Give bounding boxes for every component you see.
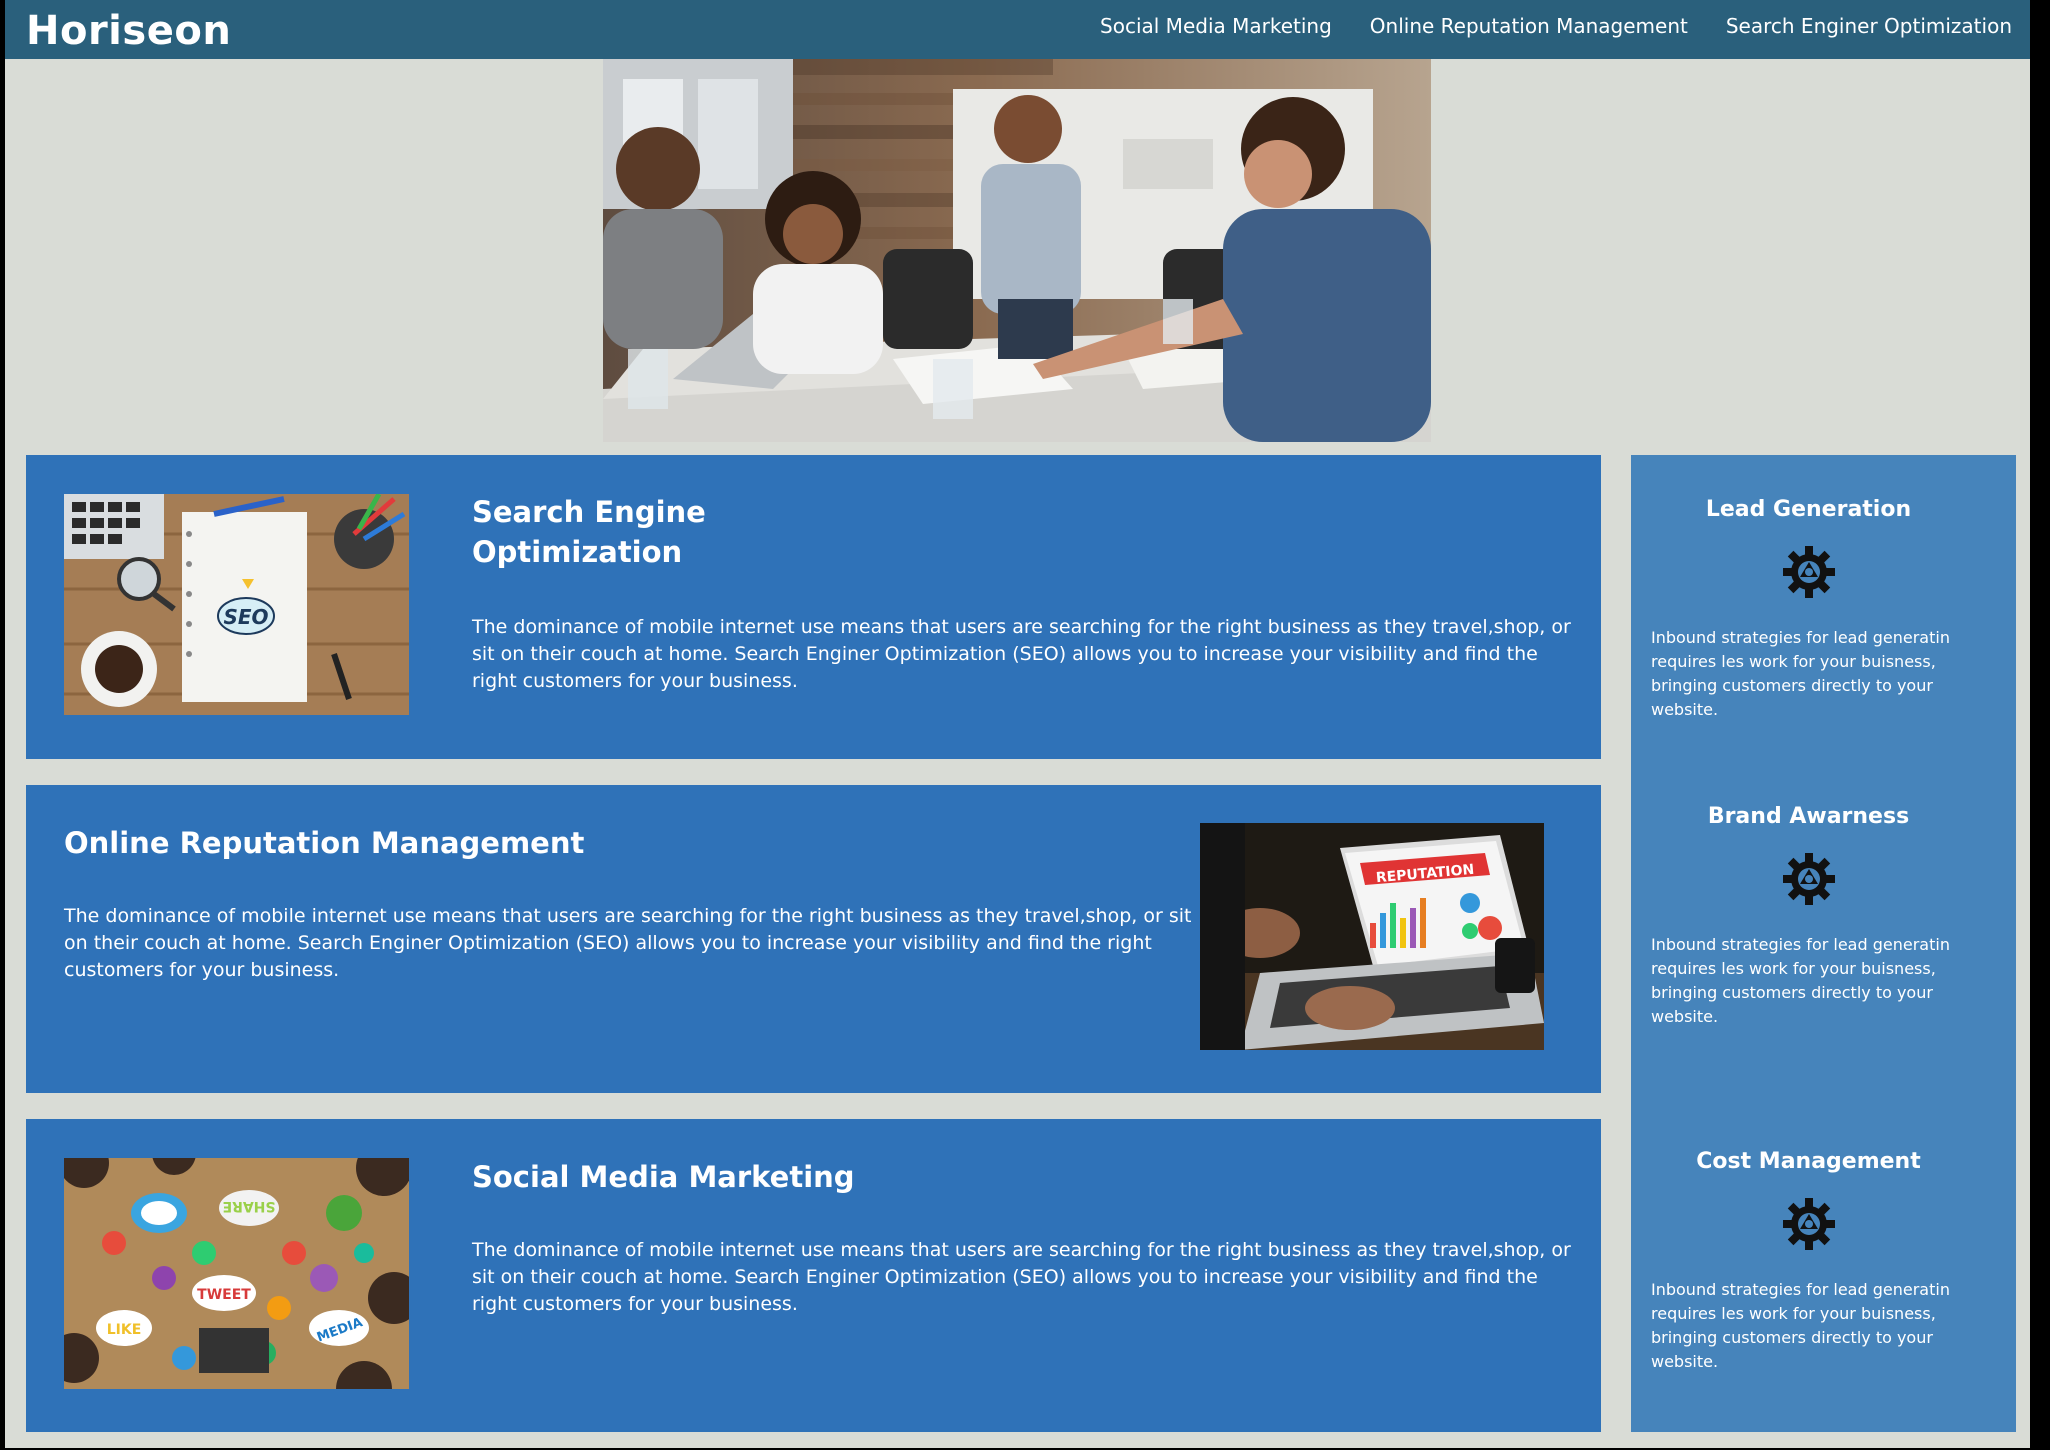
seo-image: SEO [64,494,409,715]
benefit-description: Inbound strategies for lead generatin re… [1651,1280,1950,1371]
page: Horiseon Social Media Marketing Online R… [5,0,2030,1448]
benefit-cost-management: Cost Management Inbound strategies for l… [1631,1149,2016,1374]
like-bubble-text: LIKE [107,1322,142,1338]
hero-image [603,59,1431,442]
benefit-title: Brand Awarness [1707,804,1910,829]
gear-icon [1782,853,1835,905]
benefit-lead-generation: Lead Generation Inbound strategies for l… [1631,497,2016,722]
nav-link-seo[interactable]: Search Enginer Optimization [1726,14,2012,38]
social-media-description: The dominance of mobile internet use mea… [472,1239,1571,1315]
benefit-title: Lead Generation [1705,497,1912,522]
gear-icon [1782,1198,1835,1250]
social-media-section: SHARE TWEET LIKE MEDIA Social Media Mark… [26,1119,1601,1432]
seo-title-line-2: Optimization [472,535,683,569]
social-media-title: Social Media Marketing [472,1160,855,1194]
seo-title: Search Engine Optimization [472,492,706,572]
logo[interactable]: Horiseon [26,8,231,54]
benefit-title: Cost Management [1696,1149,1921,1174]
reputation-section: Online Reputation Management The dominan… [26,785,1601,1093]
seo-title-line-1: Search Engine [472,495,706,529]
seo-section: SEO Search Engine Optimization The domin… [26,455,1601,759]
seo-image-text: SEO [223,605,268,629]
reputation-image: REPUTATION [1200,823,1544,1050]
reputation-title: Online Reputation Management [64,826,585,860]
benefit-description: Inbound strategies for lead generatin re… [1651,935,1950,1026]
seo-description: The dominance of mobile internet use mea… [472,616,1571,692]
gear-icon [1782,546,1835,598]
social-media-image: SHARE TWEET LIKE MEDIA [64,1158,409,1389]
benefit-description: Inbound strategies for lead generatin re… [1651,628,1950,719]
main-nav: Social Media Marketing Online Reputation… [1100,14,2012,38]
nav-link-social-media[interactable]: Social Media Marketing [1100,14,1332,38]
reputation-description: The dominance of mobile internet use mea… [64,905,1192,981]
tweet-bubble-text: TWEET [197,1287,251,1303]
benefits-sidebar: Lead Generation Inbound strategies for l… [1631,455,2016,1432]
nav-link-reputation[interactable]: Online Reputation Management [1370,14,1688,38]
share-bubble-text: SHARE [223,1198,276,1214]
benefit-brand-awareness: Brand Awarness Inbound strategies for le… [1631,804,2016,1029]
site-header: Horiseon Social Media Marketing Online R… [5,0,2030,59]
